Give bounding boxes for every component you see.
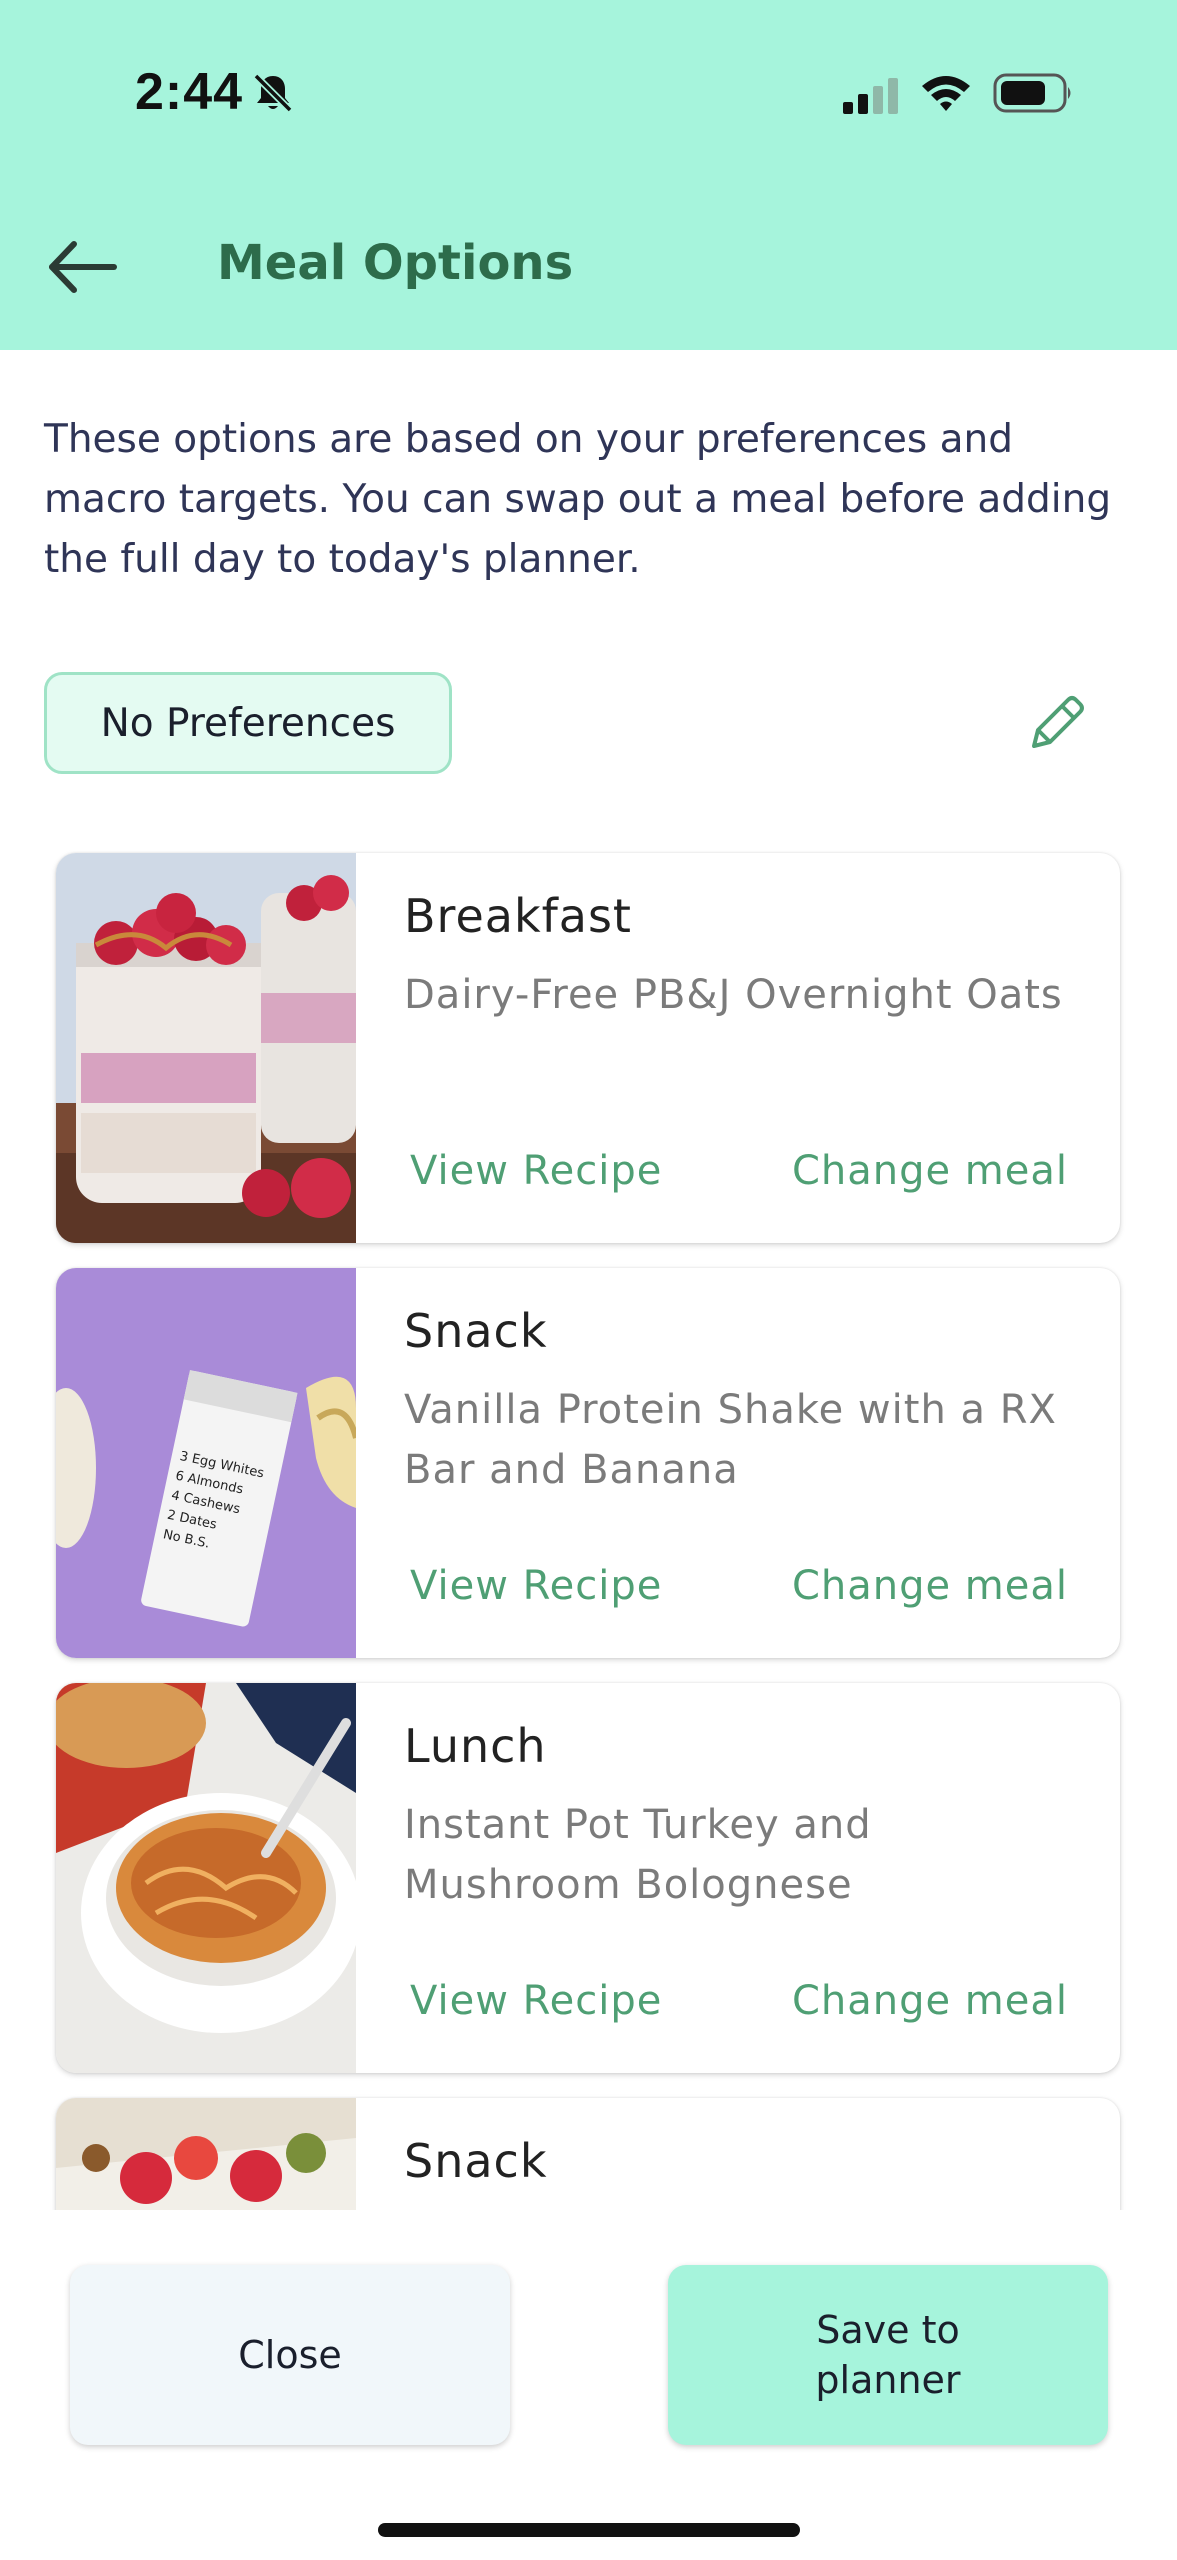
meal-card-lunch[interactable]: Lunch Instant Pot Turkey and Mushroom Bo… <box>56 1683 1120 2073</box>
change-meal-button[interactable]: Change meal <box>792 1563 1068 1609</box>
bell-muted-icon <box>253 73 293 113</box>
screen: 2:44 Meal Options These options are base… <box>0 0 1177 2560</box>
intro-text: These options are based on your preferen… <box>44 417 1112 582</box>
view-recipe-button[interactable]: View Recipe <box>410 1148 662 1194</box>
view-recipe-button[interactable]: View Recipe <box>410 1978 662 2024</box>
bolognese-image <box>56 1683 356 2073</box>
app-header: 2:44 Meal Options <box>0 0 1177 350</box>
preferences-chip[interactable]: No Preferences <box>44 672 452 774</box>
wifi-icon <box>922 76 970 111</box>
pencil-edit-icon[interactable] <box>1022 690 1090 758</box>
meal-list[interactable]: Breakfast Dairy-Free PB&J Overnight Oats… <box>0 850 1177 2210</box>
meal-type: Breakfast <box>404 889 632 943</box>
view-recipe-button[interactable]: View Recipe <box>410 1563 662 1609</box>
meal-type: Snack <box>404 2134 548 2188</box>
back-arrow-icon[interactable] <box>44 232 122 302</box>
meal-card-breakfast[interactable]: Breakfast Dairy-Free PB&J Overnight Oats… <box>56 853 1120 1243</box>
meal-type: Snack <box>404 1304 548 1358</box>
cellular-signal-icon <box>843 78 898 114</box>
status-time: 2:44 <box>135 63 244 121</box>
change-meal-button[interactable]: Change meal <box>792 1148 1068 1194</box>
meal-name: Vanilla Protein Shake with a RX Bar and … <box>404 1387 1057 1493</box>
close-button[interactable]: Close <box>70 2265 510 2445</box>
meal-name: Dairy-Free PB&J Overnight Oats <box>404 972 1063 1018</box>
meal-name: Instant Pot Turkey and Mushroom Bolognes… <box>404 1802 872 1908</box>
battery-icon <box>993 73 1071 113</box>
home-indicator[interactable] <box>378 2523 800 2537</box>
meal-card-snack-2[interactable]: Snack <box>56 2098 1120 2210</box>
fruit-snack-image <box>56 2098 356 2210</box>
save-to-planner-button[interactable]: Save to planner <box>668 2265 1108 2445</box>
protein-bar-image: 3 Egg Whites 6 Almonds 4 Cashews 2 Dates… <box>56 1268 356 1658</box>
meal-card-snack[interactable]: 3 Egg Whites 6 Almonds 4 Cashews 2 Dates… <box>56 1268 1120 1658</box>
overnight-oats-image <box>56 853 356 1243</box>
meal-type: Lunch <box>404 1719 547 1773</box>
page-title: Meal Options <box>217 235 574 291</box>
change-meal-button[interactable]: Change meal <box>792 1978 1068 2024</box>
